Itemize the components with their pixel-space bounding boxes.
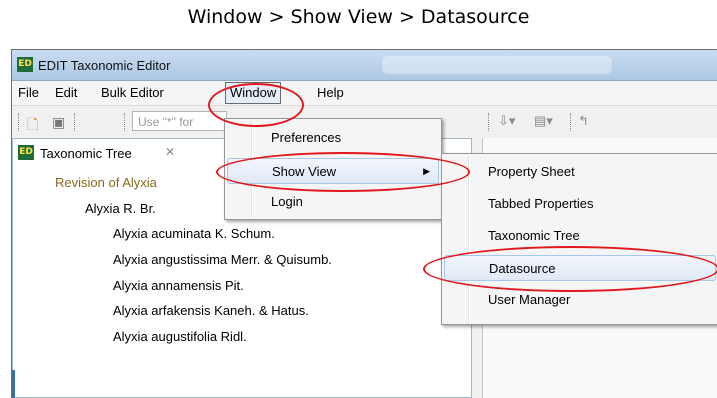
menu-item-label: Property Sheet [488, 164, 575, 179]
toolbar-grip[interactable] [74, 113, 77, 131]
menu-item-preferences[interactable]: Preferences [227, 125, 439, 151]
menu-item-label: Tabbed Properties [488, 196, 594, 211]
menu-item-property-sheet[interactable]: Property Sheet [444, 159, 716, 185]
tree-node-species[interactable]: Alyxia arfakensis Kaneh. & Hatus. [113, 303, 309, 318]
show-view-submenu: Property Sheet Tabbed Properties Taxonom… [441, 153, 717, 325]
menu-file[interactable]: File [18, 85, 39, 100]
menu-edit[interactable]: Edit [55, 85, 77, 100]
window-edge-accent [12, 370, 15, 398]
import-icon[interactable]: ⇩▾ [498, 113, 515, 129]
close-icon[interactable]: ⨯ [165, 144, 175, 158]
tree-node-species[interactable]: Alyxia acuminata K. Schum. [113, 226, 275, 241]
menu-item-tabbed-properties[interactable]: Tabbed Properties [444, 191, 716, 217]
menu-item-login[interactable]: Login [227, 189, 439, 215]
instruction-caption: Window > Show View > Datasource [187, 6, 530, 28]
app-logo-icon: ED [17, 57, 33, 72]
new-file-icon[interactable]: 🗋 [27, 114, 38, 138]
taxonomic-tree-icon: ED [18, 145, 34, 160]
tree-node-genus[interactable]: Alyxia R. Br. [85, 201, 156, 216]
menu-bar: File Edit Bulk Editor Window Help [12, 81, 717, 106]
tree-node-species[interactable]: Alyxia angustissima Merr. & Quisumb. [113, 252, 332, 267]
window-title: EDIT Taxonomic Editor [38, 58, 171, 73]
toolbar-grip[interactable] [18, 113, 21, 131]
view-icon[interactable]: ▤▾ [534, 113, 553, 129]
menu-item-label: Login [271, 194, 303, 209]
menu-help[interactable]: Help [317, 85, 344, 100]
menu-item-label: Preferences [271, 130, 342, 145]
highlight-ring-show-view [216, 152, 470, 192]
toolbar-grip[interactable] [124, 113, 127, 131]
save-icon[interactable]: ▣ [52, 114, 65, 131]
tree-node-root[interactable]: Revision of Alyxia [55, 175, 157, 190]
menu-item-label: Taxonomic Tree [488, 228, 580, 243]
title-bar-blurred-region [382, 56, 612, 74]
menu-item-label: User Manager [488, 292, 571, 307]
highlight-ring-window [208, 83, 304, 127]
tree-node-species[interactable]: Alyxia augustifolia Ridl. [113, 329, 247, 344]
menu-bulk-editor[interactable]: Bulk Editor [101, 85, 164, 100]
tree-node-species[interactable]: Alyxia annamensis Pit. [113, 278, 244, 293]
toolbar-grip[interactable] [488, 113, 491, 131]
back-icon[interactable]: ↰ [578, 113, 589, 129]
panel-title: Taxonomic Tree [40, 146, 132, 161]
highlight-ring-datasource [423, 246, 717, 292]
toolbar-grip[interactable] [570, 113, 573, 131]
title-bar: ED EDIT Taxonomic Editor [12, 50, 717, 81]
tab-taxonomic-tree[interactable]: ED Taxonomic Tree ⨯ [13, 139, 213, 165]
